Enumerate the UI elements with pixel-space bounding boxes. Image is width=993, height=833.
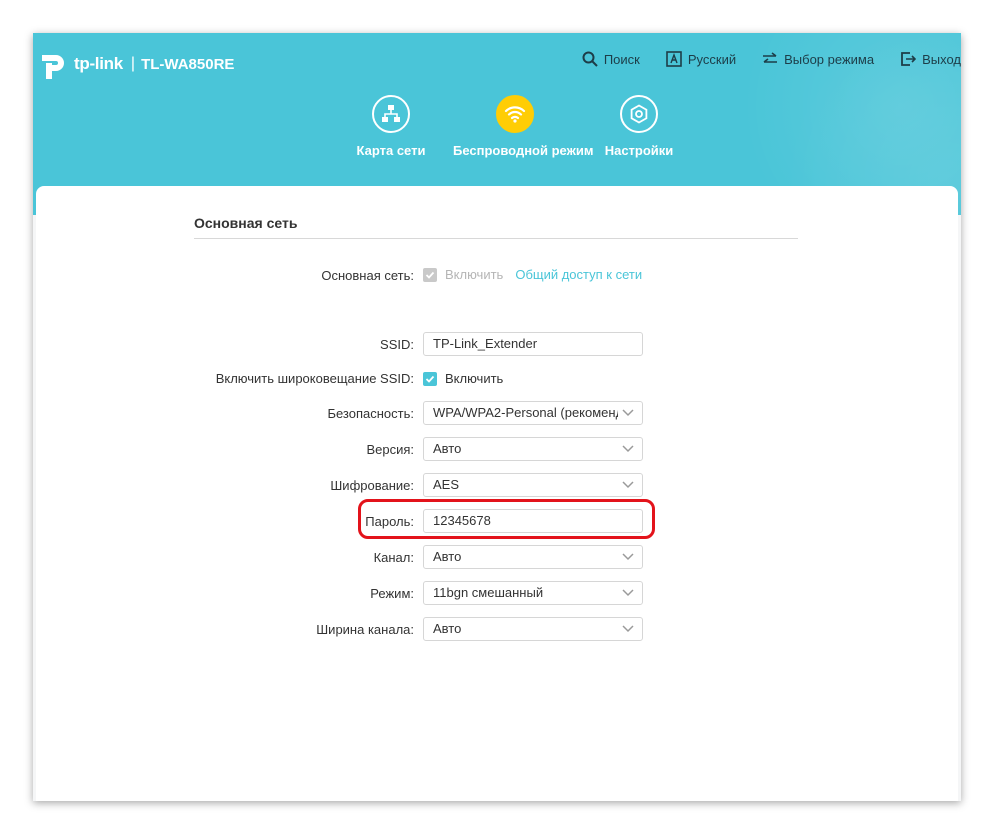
- checkmark-icon: [425, 271, 435, 279]
- chevron-down-icon: [622, 589, 634, 597]
- ssid-input[interactable]: TP-Link_Extender: [423, 332, 643, 356]
- encryption-value: AES: [433, 477, 460, 492]
- encryption-field-wrap: AES: [423, 473, 643, 497]
- broadcast-checkbox[interactable]: [423, 371, 437, 386]
- channel-width-select[interactable]: Авто: [423, 617, 643, 641]
- model-name: TL-WA850RE: [141, 55, 235, 73]
- channel-row: Канал: Авто: [36, 545, 958, 571]
- channel-width-row: Ширина канала: Авто: [36, 617, 958, 643]
- broadcast-label: Включить широковещание SSID:: [215, 371, 414, 386]
- router-admin-window: tp-link | TL-WA850RE Поиск Русский Выбор…: [33, 33, 961, 801]
- password-highlight-annotation: [358, 499, 655, 539]
- version-row: Версия: Авто: [36, 437, 958, 463]
- main-network-field: Включить Общий доступ к сети: [423, 267, 642, 282]
- main-network-checkbox-label: Включить: [445, 267, 504, 282]
- tab-settings[interactable]: Настройки: [577, 95, 701, 158]
- version-label: Версия:: [366, 442, 414, 457]
- language-label: Русский: [687, 51, 737, 67]
- chevron-down-icon: [622, 445, 634, 453]
- language-button[interactable]: Русский: [666, 51, 736, 67]
- section-title: Основная сеть: [194, 215, 298, 231]
- section-divider: [194, 238, 798, 239]
- main-nav: Карта сети Беспроводной режим Настройки: [329, 95, 701, 215]
- language-icon: [666, 51, 682, 67]
- mode-field-wrap: 11bgn смешанный: [423, 581, 643, 605]
- broadcast-field: Включить: [423, 371, 503, 386]
- ssid-field-wrap: TP-Link_Extender: [423, 332, 643, 356]
- channel-field-wrap: Авто: [423, 545, 643, 569]
- main-network-row: Основная сеть: Включить Общий доступ к с…: [36, 263, 958, 289]
- channel-width-value: Авто: [433, 621, 462, 636]
- search-label: Поиск: [603, 51, 640, 67]
- tp-link-logo-icon: [42, 55, 64, 79]
- security-value: WPA/WPA2-Personal (рекомендуется): [433, 405, 618, 420]
- tab-settings-label: Настройки: [604, 143, 674, 158]
- channel-select[interactable]: Авто: [423, 545, 643, 569]
- broadcast-row: Включить широковещание SSID: Включить: [36, 366, 958, 392]
- version-field-wrap: Авто: [423, 437, 643, 461]
- encryption-row: Шифрование: AES: [36, 473, 958, 499]
- brand-separator: |: [130, 55, 136, 72]
- mode-switch-icon: [763, 52, 778, 63]
- tab-network-map-label: Карта сети: [356, 143, 426, 158]
- content-card: Основная сеть Основная сеть: Включить Об…: [36, 186, 958, 801]
- network-map-icon: [372, 95, 410, 133]
- brand-name: tp-link: [74, 54, 123, 73]
- chevron-down-icon: [622, 625, 634, 633]
- logo: tp-link | TL-WA850RE: [38, 47, 234, 81]
- mode-label: Режим:: [370, 586, 414, 601]
- security-label: Безопасность:: [327, 406, 414, 421]
- channel-label: Канал:: [373, 550, 414, 565]
- channel-value: Авто: [433, 549, 462, 564]
- version-select[interactable]: Авто: [423, 437, 643, 461]
- logout-label: Выход: [922, 51, 961, 67]
- security-select[interactable]: WPA/WPA2-Personal (рекомендуется): [423, 401, 643, 425]
- ssid-label: SSID:: [380, 337, 414, 352]
- mode-row: Режим: 11bgn смешанный: [36, 581, 958, 607]
- encryption-select[interactable]: AES: [423, 473, 643, 497]
- main-network-label: Основная сеть:: [321, 268, 414, 283]
- search-button[interactable]: Поиск: [582, 51, 640, 67]
- chevron-down-icon: [622, 409, 634, 417]
- channel-width-field-wrap: Авто: [423, 617, 643, 641]
- logout-button[interactable]: Выход: [900, 51, 961, 67]
- wifi-icon: [496, 95, 534, 133]
- encryption-label: Шифрование:: [330, 478, 414, 493]
- channel-width-label: Ширина канала:: [316, 622, 414, 637]
- network-sharing-link[interactable]: Общий доступ к сети: [515, 267, 642, 282]
- settings-icon: [620, 95, 658, 133]
- tab-wireless[interactable]: Беспроводной режим: [453, 95, 594, 215]
- mode-select-label: Выбор режима: [784, 51, 875, 67]
- broadcast-checkbox-label: Включить: [445, 371, 504, 386]
- security-row: Безопасность: WPA/WPA2-Personal (рекомен…: [36, 401, 958, 427]
- top-nav: Поиск Русский Выбор режима Выход: [556, 51, 961, 67]
- checkmark-icon: [425, 375, 435, 383]
- main-network-checkbox[interactable]: [423, 267, 437, 282]
- mode-select-button[interactable]: Выбор режима: [762, 51, 874, 67]
- ssid-row: SSID: TP-Link_Extender: [36, 332, 958, 358]
- tab-network-map[interactable]: Карта сети: [329, 95, 453, 158]
- mode-select[interactable]: 11bgn смешанный: [423, 581, 643, 605]
- logout-icon: [901, 52, 917, 66]
- tab-wireless-label: Беспроводной режим: [453, 143, 594, 158]
- mode-value: 11bgn смешанный: [433, 585, 544, 600]
- version-value: Авто: [433, 441, 462, 456]
- chevron-down-icon: [622, 481, 634, 489]
- security-field-wrap: WPA/WPA2-Personal (рекомендуется): [423, 401, 643, 425]
- search-icon: [582, 51, 598, 67]
- chevron-down-icon: [622, 553, 634, 561]
